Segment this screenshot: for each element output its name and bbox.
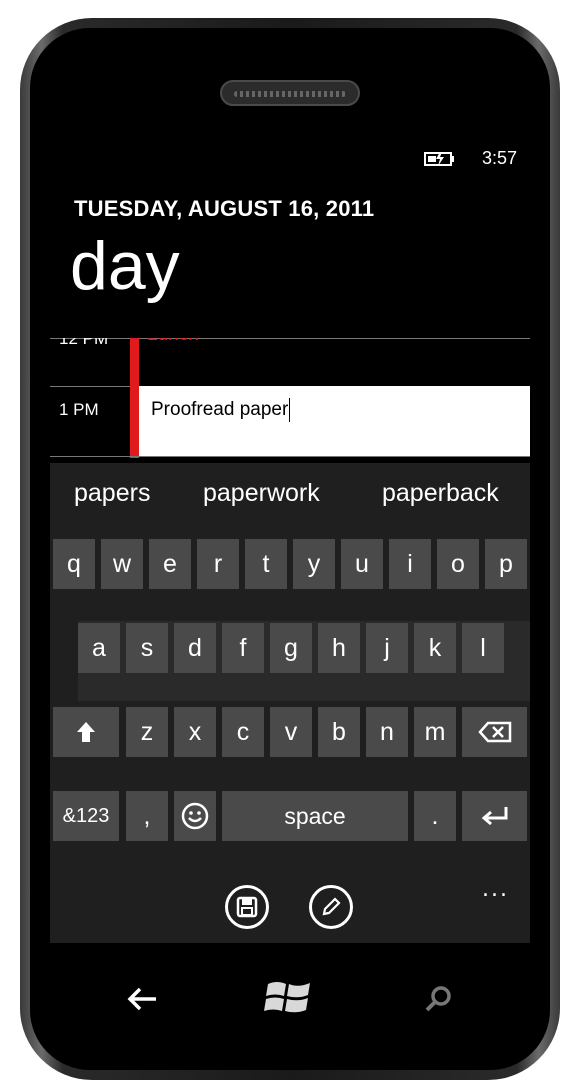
key-r[interactable]: r xyxy=(197,539,239,589)
shift-key[interactable] xyxy=(53,707,119,757)
windows-logo-icon[interactable] xyxy=(264,976,316,1020)
key-w[interactable]: w xyxy=(101,539,143,589)
space-key[interactable]: space xyxy=(222,791,408,841)
key-b[interactable]: b xyxy=(318,707,360,757)
shift-arrow-icon xyxy=(77,722,95,742)
key-e[interactable]: e xyxy=(149,539,191,589)
event-title-value: Proofread paper xyxy=(151,398,291,422)
back-arrow-icon[interactable] xyxy=(126,984,158,1014)
key-k[interactable]: k xyxy=(414,623,456,673)
hour-label-1pm: 1 PM xyxy=(59,400,99,419)
hour-divider xyxy=(50,338,530,339)
key-u[interactable]: u xyxy=(341,539,383,589)
key-z[interactable]: z xyxy=(126,707,168,757)
hour-divider xyxy=(50,456,530,457)
hour-label-12pm: 12 PM xyxy=(59,338,109,348)
key-s[interactable]: s xyxy=(126,623,168,673)
key-c[interactable]: c xyxy=(222,707,264,757)
edit-icon xyxy=(322,897,341,916)
key-o[interactable]: o xyxy=(437,539,479,589)
save-icon xyxy=(236,896,258,918)
key-h[interactable]: h xyxy=(318,623,360,673)
backspace-icon xyxy=(477,721,511,743)
earpiece-speaker xyxy=(220,80,360,106)
suggestion-item[interactable]: paperback xyxy=(382,479,499,508)
key-p[interactable]: p xyxy=(485,539,527,589)
date-heading: TUESDAY, AUGUST 16, 2011 xyxy=(74,196,375,221)
enter-icon xyxy=(481,807,507,826)
comma-key[interactable]: , xyxy=(126,791,168,841)
status-clock: 3:57 xyxy=(482,148,518,168)
enter-key[interactable] xyxy=(462,791,527,841)
page-title: day xyxy=(70,228,180,304)
key-a[interactable]: a xyxy=(78,623,120,673)
key-q[interactable]: q xyxy=(53,539,95,589)
key-d[interactable]: d xyxy=(174,623,216,673)
emoji-key[interactable] xyxy=(174,791,216,841)
key-t[interactable]: t xyxy=(245,539,287,589)
period-key[interactable]: . xyxy=(414,791,456,841)
key-v[interactable]: v xyxy=(270,707,312,757)
key-l[interactable]: l xyxy=(462,623,504,673)
key-m[interactable]: m xyxy=(414,707,456,757)
backspace-key[interactable] xyxy=(462,707,527,757)
suggestion-item[interactable]: paperwork xyxy=(203,479,320,508)
event-lunch[interactable]: Lunch xyxy=(147,338,199,346)
event-color-bar xyxy=(130,338,139,456)
key-j[interactable]: j xyxy=(366,623,408,673)
edit-button[interactable] xyxy=(309,885,353,929)
speaker-grill xyxy=(234,91,346,97)
battery-charging-icon xyxy=(424,152,454,166)
key-g[interactable]: g xyxy=(270,623,312,673)
more-options-button[interactable]: ... xyxy=(482,877,509,902)
text-caret xyxy=(289,398,291,422)
symbols-key[interactable]: &123 xyxy=(53,791,119,841)
key-x[interactable]: x xyxy=(174,707,216,757)
key-f[interactable]: f xyxy=(222,623,264,673)
save-button[interactable] xyxy=(225,885,269,929)
key-n[interactable]: n xyxy=(366,707,408,757)
key-i[interactable]: i xyxy=(389,539,431,589)
key-y[interactable]: y xyxy=(293,539,335,589)
suggestion-bar: papers paperwork paperback xyxy=(50,463,530,533)
on-screen-keyboard: papers paperwork paperback q w e r t y u… xyxy=(50,463,530,943)
calendar-day-view[interactable]: 12 PM Lunch 1 PM Proofread paper xyxy=(50,338,530,458)
search-icon[interactable] xyxy=(424,984,454,1014)
smiley-icon xyxy=(181,802,209,830)
suggestion-item[interactable]: papers xyxy=(74,479,150,508)
